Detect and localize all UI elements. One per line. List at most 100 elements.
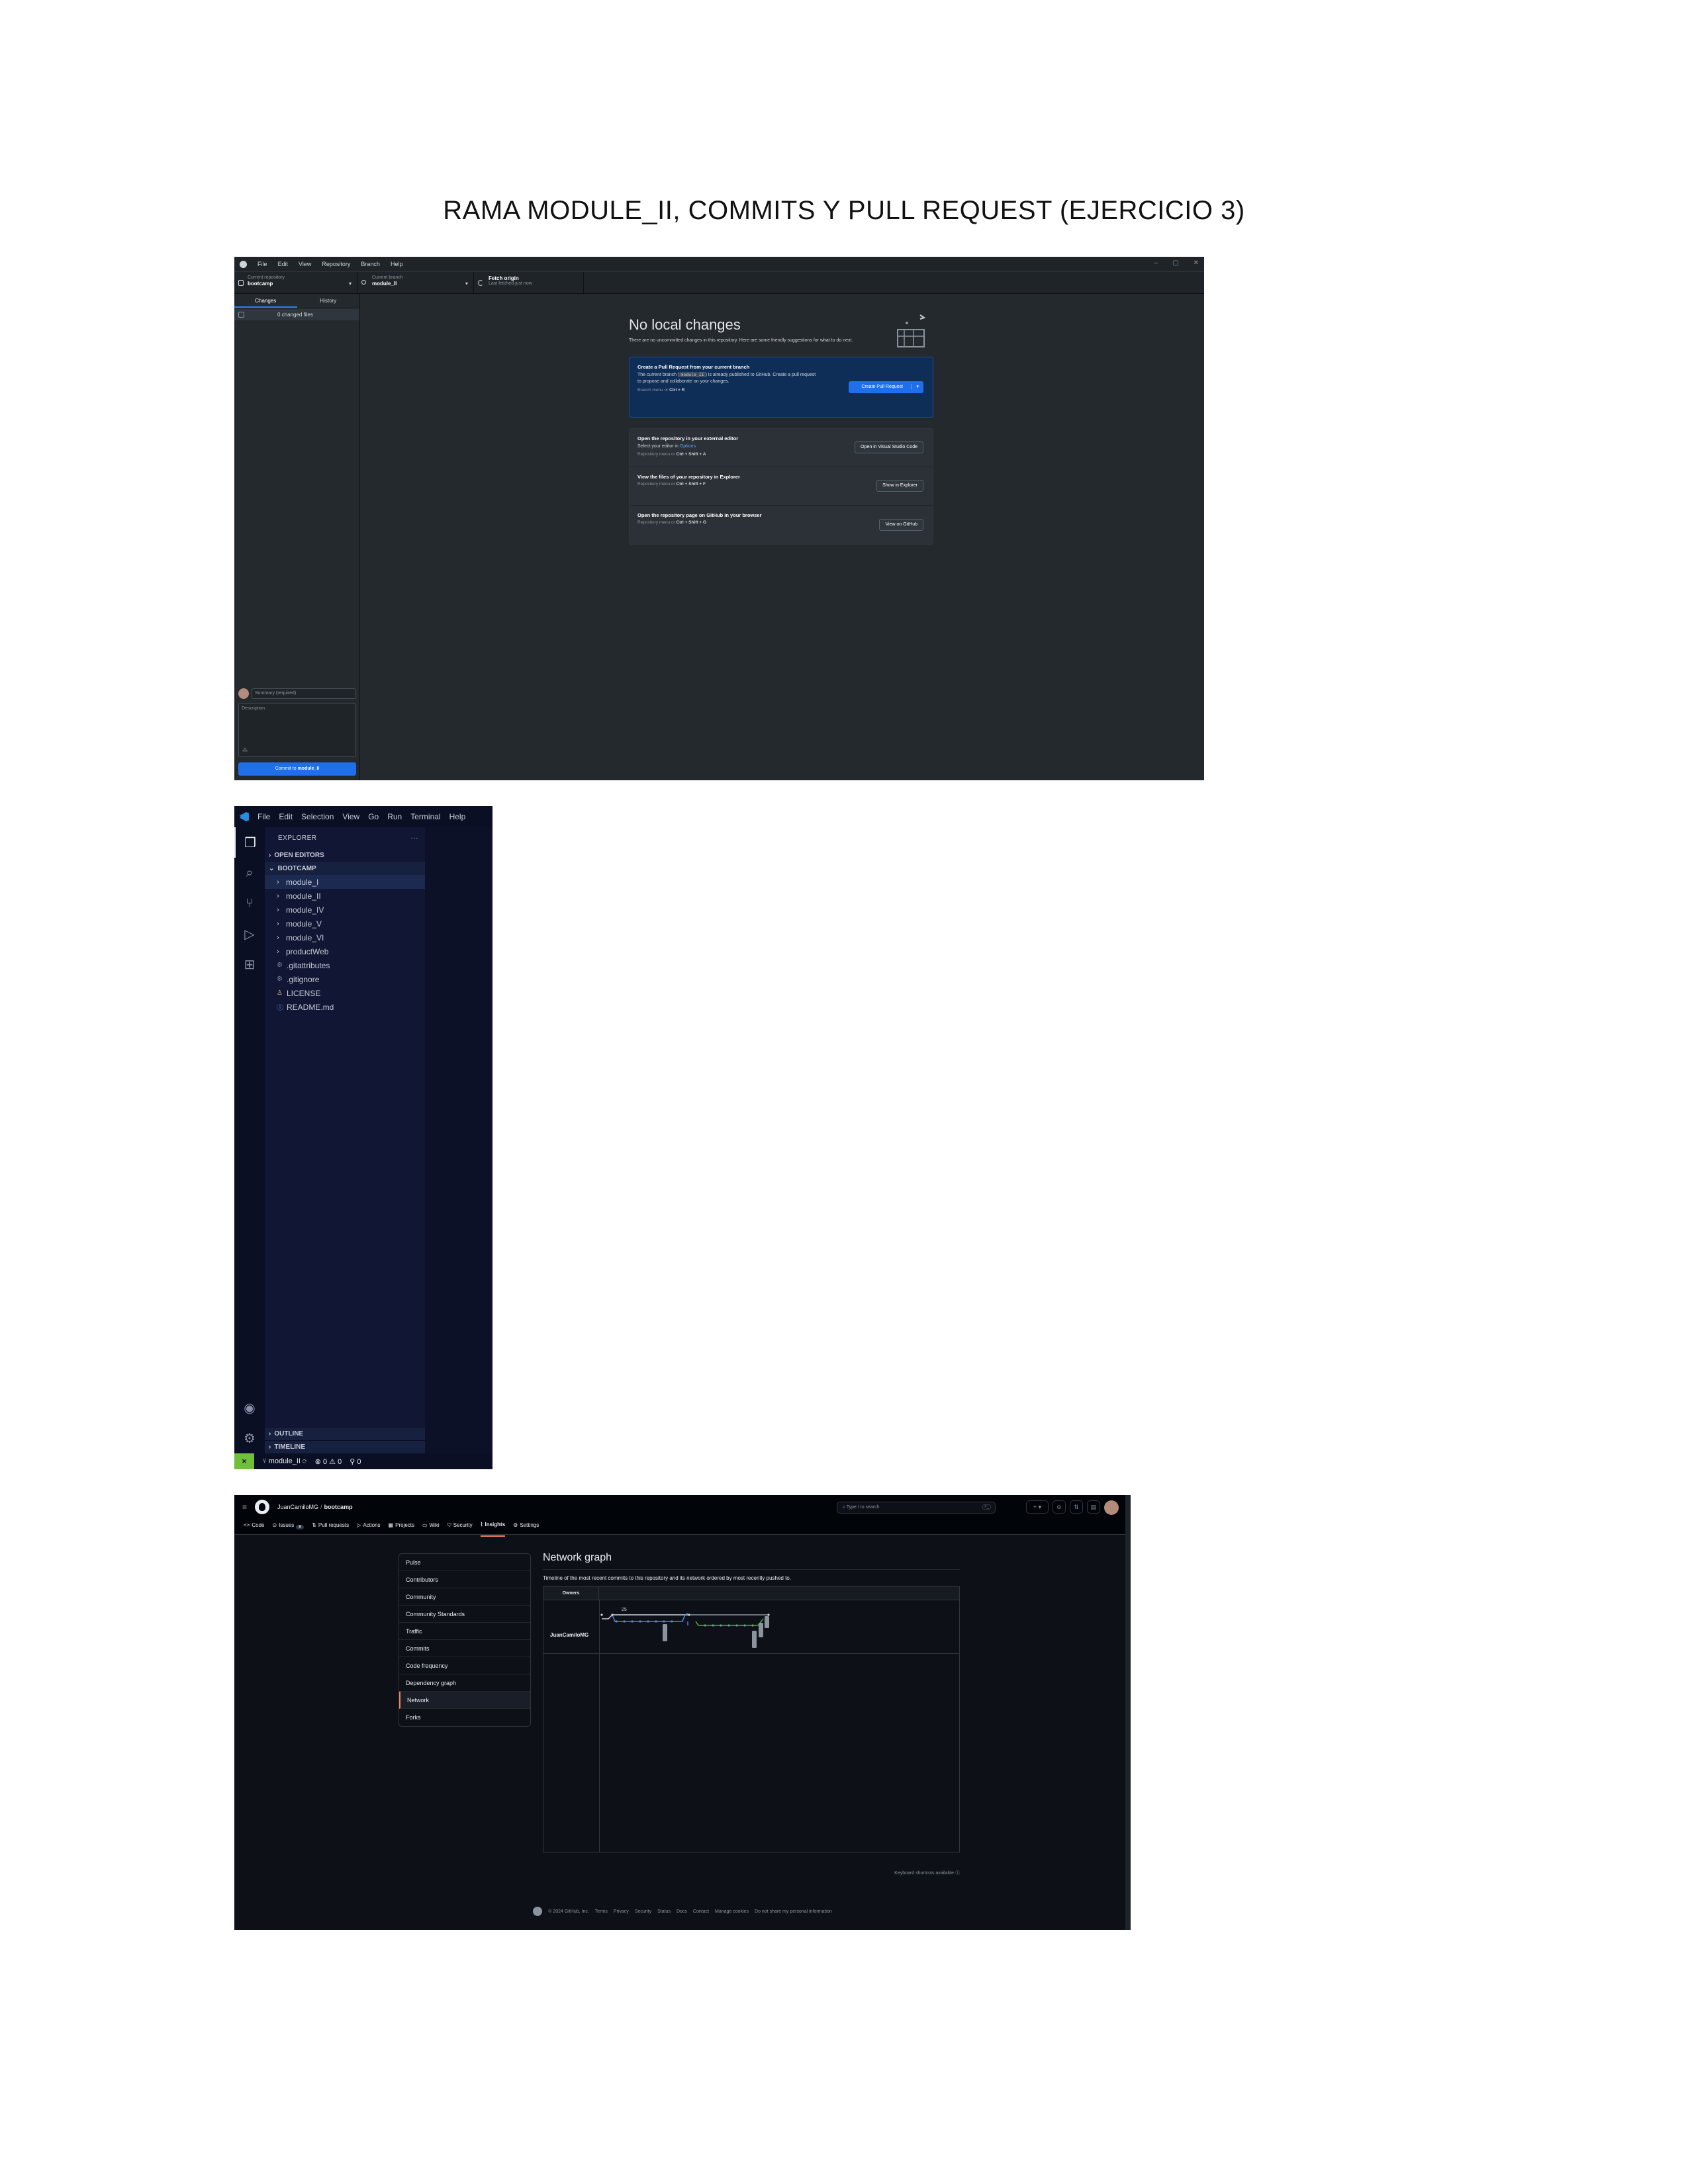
issues-icon[interactable]: ⊙	[1053, 1500, 1066, 1514]
extensions-icon[interactable]: ⊞	[234, 949, 265, 979]
vsc-menu-file[interactable]: File	[258, 812, 270, 821]
tab-security[interactable]: ⛉ Security	[447, 1522, 473, 1537]
nav-pulse[interactable]: Pulse	[399, 1554, 530, 1571]
inbox-icon[interactable]: ▤	[1087, 1500, 1100, 1514]
commit-dot[interactable]	[639, 1620, 641, 1623]
tab-wiki[interactable]: ▭ Wiki	[422, 1522, 440, 1537]
current-branch-button[interactable]: Current branch module_II ▾	[357, 272, 474, 293]
footer-link[interactable]: Privacy	[614, 1909, 629, 1914]
current-repository-button[interactable]: Current repository bootcamp ▾	[234, 272, 357, 293]
source-control-icon[interactable]: ⑂	[234, 888, 265, 919]
footer-link[interactable]: Terms	[595, 1909, 608, 1914]
tab-settings[interactable]: ⚙ Settings	[513, 1522, 539, 1537]
tree-folder[interactable]: › module_VI	[265, 931, 425, 944]
close-icon[interactable]: ✕	[1194, 259, 1199, 267]
branch-status[interactable]: ⑂ module_II ⟳	[262, 1457, 307, 1465]
tree-folder[interactable]: › module_II	[265, 889, 425, 903]
footer-link[interactable]: Status	[657, 1909, 671, 1914]
nav-dependency-graph[interactable]: Dependency graph	[399, 1674, 530, 1692]
commit-dot[interactable]	[663, 1620, 665, 1623]
select-all-checkbox[interactable]	[238, 311, 244, 318]
ghd-menu-branch[interactable]: Branch	[361, 261, 380, 267]
vsc-menu-help[interactable]: Help	[449, 812, 466, 821]
ghd-menu-view[interactable]: View	[299, 261, 311, 267]
commit-dot[interactable]	[623, 1620, 626, 1623]
ghd-menu-repository[interactable]: Repository	[322, 261, 350, 267]
create-pull-request-button[interactable]: Create Pull Request ▾	[849, 381, 923, 393]
bootcamp-section[interactable]: ⌄ BOOTCAMP	[265, 862, 425, 875]
command-palette-icon[interactable]: >_	[982, 1504, 991, 1510]
ghd-menu-file[interactable]: File	[258, 261, 267, 267]
search-input[interactable]: ⌕ Type / to search >_	[837, 1502, 996, 1514]
scrollbar[interactable]	[1125, 1495, 1131, 1930]
footer-link[interactable]: Manage cookies	[715, 1909, 749, 1914]
commit-dot[interactable]	[727, 1624, 730, 1627]
tree-folder[interactable]: › module_I	[265, 875, 425, 889]
tree-file[interactable]: ♙ LICENSE	[265, 986, 425, 1000]
branch-label-tag[interactable]	[663, 1624, 667, 1641]
tab-changes[interactable]: Changes	[234, 294, 297, 308]
commit-button[interactable]: Commit to module_II	[238, 762, 356, 776]
commit-dot[interactable]	[704, 1624, 706, 1627]
vsc-menu-view[interactable]: View	[342, 812, 359, 821]
commit-dot[interactable]	[600, 1614, 603, 1616]
tab-actions[interactable]: ▷ Actions	[357, 1522, 380, 1537]
vsc-menu-selection[interactable]: Selection	[301, 812, 334, 821]
nav-forks[interactable]: Forks	[399, 1709, 530, 1726]
tree-file[interactable]: ⓘ README.md	[265, 1000, 425, 1014]
options-link[interactable]: Options	[680, 444, 696, 449]
sync-icon[interactable]: ⟳	[303, 1457, 307, 1465]
show-in-explorer-button[interactable]: Show in Explorer	[876, 480, 923, 492]
run-debug-icon[interactable]: ▷	[234, 919, 265, 949]
maximize-icon[interactable]: ▢	[1172, 259, 1178, 267]
open-editors-section[interactable]: › OPEN EDITORS	[265, 848, 425, 862]
github-logo-icon[interactable]	[255, 1500, 270, 1514]
minimize-icon[interactable]: –	[1154, 259, 1158, 267]
nav-contributors[interactable]: Contributors	[399, 1571, 530, 1588]
summary-input[interactable]: Summary (required)	[252, 688, 356, 699]
footer-link[interactable]: Contact	[693, 1909, 709, 1914]
footer-link[interactable]: Docs	[677, 1909, 687, 1914]
tab-code[interactable]: <> Code	[244, 1522, 264, 1537]
commit-dot[interactable]	[743, 1624, 746, 1627]
repo-link[interactable]: bootcamp	[324, 1504, 353, 1510]
tree-folder[interactable]: › module_IV	[265, 903, 425, 917]
branch-label-tag[interactable]	[765, 1616, 769, 1628]
tree-folder[interactable]: › module_V	[265, 917, 425, 931]
ports-status[interactable]: ⚲ 0	[350, 1457, 361, 1466]
account-icon[interactable]: ◉	[234, 1392, 265, 1423]
pull-requests-icon[interactable]: ⇅	[1070, 1500, 1083, 1514]
remote-icon[interactable]: ⨯	[234, 1453, 254, 1469]
commit-dot[interactable]	[712, 1624, 714, 1627]
search-icon[interactable]: ⌕	[234, 858, 265, 888]
nav-traffic[interactable]: Traffic	[399, 1623, 530, 1640]
nav-code-frequency[interactable]: Code frequency	[399, 1657, 530, 1674]
commit-dot[interactable]	[611, 1614, 614, 1616]
tab-projects[interactable]: ▦ Projects	[389, 1522, 414, 1537]
tree-folder[interactable]: › productWeb	[265, 944, 425, 958]
nav-commits[interactable]: Commits	[399, 1640, 530, 1657]
vsc-menu-run[interactable]: Run	[387, 812, 402, 821]
footer-link[interactable]: Do not share my personal information	[755, 1909, 832, 1914]
timeline-section[interactable]: › TIMELINE	[265, 1440, 425, 1453]
nav-community-standards[interactable]: Community Standards	[399, 1606, 530, 1623]
fetch-origin-button[interactable]: Fetch origin Last fetched just now	[474, 272, 584, 293]
nav-community[interactable]: Community	[399, 1588, 530, 1606]
ghd-menu-edit[interactable]: Edit	[278, 261, 289, 267]
branch-label-tag[interactable]	[759, 1623, 763, 1637]
network-graph[interactable]: Owners JuanCamiloMG 25	[543, 1586, 960, 1852]
avatar[interactable]	[1104, 1500, 1119, 1515]
commit-dot[interactable]	[767, 1614, 770, 1616]
commit-dot[interactable]	[655, 1620, 657, 1623]
keyboard-shortcuts-hint[interactable]: Keyboard shortcuts available ⓘ	[543, 1870, 960, 1876]
files-icon[interactable]: ❐	[234, 827, 265, 858]
nav-network[interactable]: Network	[399, 1692, 530, 1709]
hamburger-menu-icon[interactable]: ≡	[242, 1502, 247, 1512]
vsc-menu-go[interactable]: Go	[368, 812, 379, 821]
outline-section[interactable]: › OUTLINE	[265, 1427, 425, 1440]
ghd-menu-help[interactable]: Help	[391, 261, 403, 267]
problems-status[interactable]: ⊗ 0 ⚠ 0	[315, 1457, 342, 1466]
tab-issues[interactable]: ⊙ Issues 8	[272, 1522, 305, 1537]
commit-dot[interactable]	[671, 1620, 673, 1623]
footer-link[interactable]: Security	[635, 1909, 651, 1914]
